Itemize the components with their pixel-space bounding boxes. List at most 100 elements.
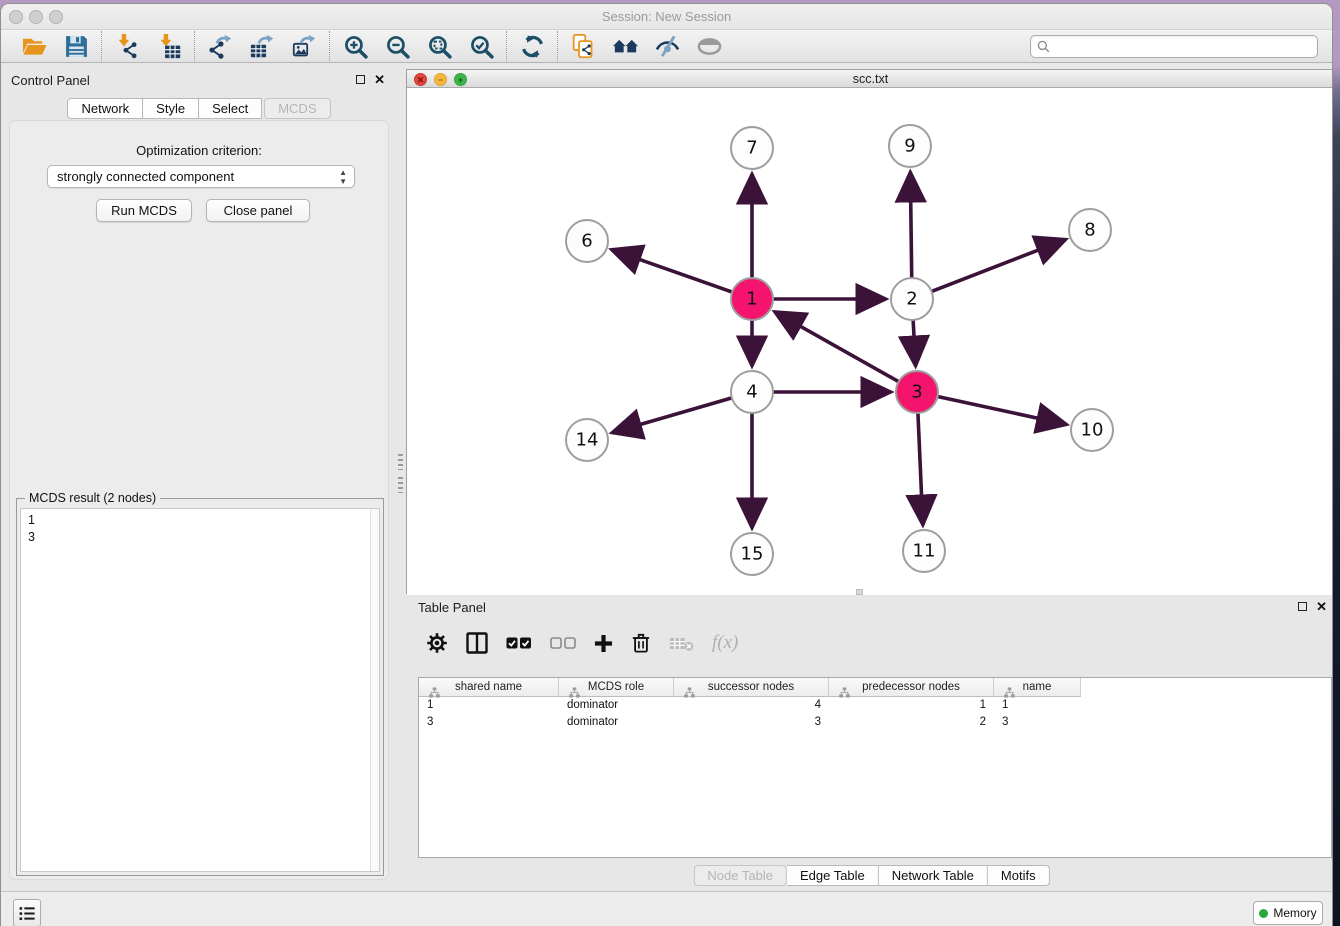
export-image-icon[interactable] [288,32,320,60]
deselect-all-icon[interactable] [550,629,576,657]
graph-node-2[interactable]: 2 [891,278,933,320]
edge-2-8[interactable] [932,239,1066,291]
toolbar-group [507,32,557,60]
hide-icon[interactable] [651,32,683,60]
column-view-icon[interactable] [466,629,488,657]
float-panel-icon[interactable] [356,75,365,84]
criterion-select[interactable]: strongly connected component ▲▼ [47,165,355,188]
tab-style[interactable]: Style [143,98,199,119]
splitter-grip[interactable] [398,477,403,493]
add-row-icon[interactable] [594,629,613,657]
network-window-titlebar[interactable]: ✕ − + scc.txt [407,70,1333,88]
edge-3-11[interactable] [918,413,923,525]
result-scrollbar[interactable] [370,509,379,871]
splitter-grip[interactable] [398,454,403,470]
edge-2-3[interactable] [913,320,915,366]
delete-row-icon[interactable] [631,629,651,657]
network-canvas[interactable]: 7 9 6 8 1 2 4 3 14 10 15 11 [407,88,1333,595]
table-cell[interactable]: dominator [559,697,674,714]
close-panel-icon[interactable]: ✕ [374,75,385,84]
select-all-icon[interactable] [506,629,532,657]
status-bar: Memory [1,891,1332,926]
export-network-icon[interactable] [204,32,236,60]
edge-2-9[interactable] [910,172,911,278]
table-cell[interactable]: 1 [419,697,559,714]
table-cell[interactable]: 1 [829,697,994,714]
graph-node-3[interactable]: 3 [896,371,938,413]
refresh-icon[interactable] [516,32,548,60]
graph-node-6[interactable]: 6 [566,220,608,262]
open-folder-icon[interactable] [18,32,50,60]
edge-1-6[interactable] [612,250,733,292]
eye-icon[interactable] [693,32,725,60]
table-cell[interactable]: 1 [994,697,1081,714]
table-cell[interactable]: 2 [829,714,994,731]
mcds-result-area[interactable]: 13 [20,508,380,872]
graph-node-1[interactable]: 1 [731,278,773,320]
tab-mcds[interactable]: MCDS [264,98,330,119]
network-minimize-icon[interactable]: − [434,73,447,86]
zoom-selected-icon[interactable] [465,32,497,60]
graph-node-7[interactable]: 7 [731,127,773,169]
close-window-icon[interactable] [9,10,23,24]
table-row[interactable]: 3dominator323 [419,714,1331,731]
network-maximize-icon[interactable]: + [454,73,467,86]
import-table-icon[interactable] [153,32,185,60]
tab-edge-table[interactable]: Edge Table [787,865,879,886]
column-header-MCDS-role[interactable]: MCDS role [559,678,674,697]
node-label: 7 [746,138,757,159]
table-header-row: shared nameMCDS rolesuccessor nodesprede… [419,678,1331,697]
column-header-successor-nodes[interactable]: successor nodes [674,678,829,697]
export-table-icon[interactable] [246,32,278,60]
float-table-panel-icon[interactable] [1298,602,1307,611]
minimize-window-icon[interactable] [29,10,43,24]
task-history-button[interactable] [13,899,41,926]
run-mcds-button[interactable]: Run MCDS [96,199,192,222]
search-field[interactable] [1030,35,1318,58]
home-icon[interactable] [609,32,641,60]
save-icon[interactable] [60,32,92,60]
table-cell[interactable]: 4 [674,697,829,714]
tab-node-table[interactable]: Node Table [693,865,787,886]
node-label: 6 [581,231,592,252]
memory-button[interactable]: Memory [1253,901,1323,925]
tab-network-table[interactable]: Network Table [879,865,988,886]
table-cell[interactable]: 3 [994,714,1081,731]
column-header-shared-name[interactable]: shared name [419,678,559,697]
node-label: 1 [746,289,757,310]
edge-4-14[interactable] [612,398,732,433]
graph-node-14[interactable]: 14 [566,419,608,461]
import-network-icon[interactable] [111,32,143,60]
duplicate-network-icon[interactable] [567,32,599,60]
table-row[interactable]: 1dominator411 [419,697,1331,714]
tab-network[interactable]: Network [67,98,143,119]
graph-node-4[interactable]: 4 [731,371,773,413]
graph-node-11[interactable]: 11 [903,530,945,572]
zoom-window-icon[interactable] [49,10,63,24]
graph-node-15[interactable]: 15 [731,533,773,575]
tab-motifs[interactable]: Motifs [988,865,1050,886]
zoom-out-icon[interactable] [381,32,413,60]
column-header-predecessor-nodes[interactable]: predecessor nodes [829,678,994,697]
table-cell[interactable]: 3 [419,714,559,731]
settings-gear-icon[interactable] [426,629,448,657]
table-cell[interactable]: dominator [559,714,674,731]
network-view-window: ✕ − + scc.txt 7 9 6 8 1 2 4 3 14 10 15 11 [406,69,1333,594]
column-header-name[interactable]: name [994,678,1081,697]
mcds-result-title: MCDS result (2 nodes) [25,491,160,505]
zoom-fit-icon[interactable] [423,32,455,60]
titlebar[interactable]: Session: New Session [1,4,1332,29]
table-cell[interactable]: 3 [674,714,829,731]
edge-3-1[interactable] [775,312,899,382]
close-panel-button[interactable]: Close panel [206,199,310,222]
tab-select[interactable]: Select [199,98,262,119]
graph-node-8[interactable]: 8 [1069,209,1111,251]
node-table: shared nameMCDS rolesuccessor nodesprede… [418,677,1332,858]
edge-3-10[interactable] [938,396,1067,424]
network-close-icon[interactable]: ✕ [414,73,427,86]
graph-node-10[interactable]: 10 [1071,409,1113,451]
graph-node-9[interactable]: 9 [889,125,931,167]
zoom-in-icon[interactable] [339,32,371,60]
search-input[interactable] [1054,39,1311,53]
close-table-panel-icon[interactable]: ✕ [1316,602,1327,611]
